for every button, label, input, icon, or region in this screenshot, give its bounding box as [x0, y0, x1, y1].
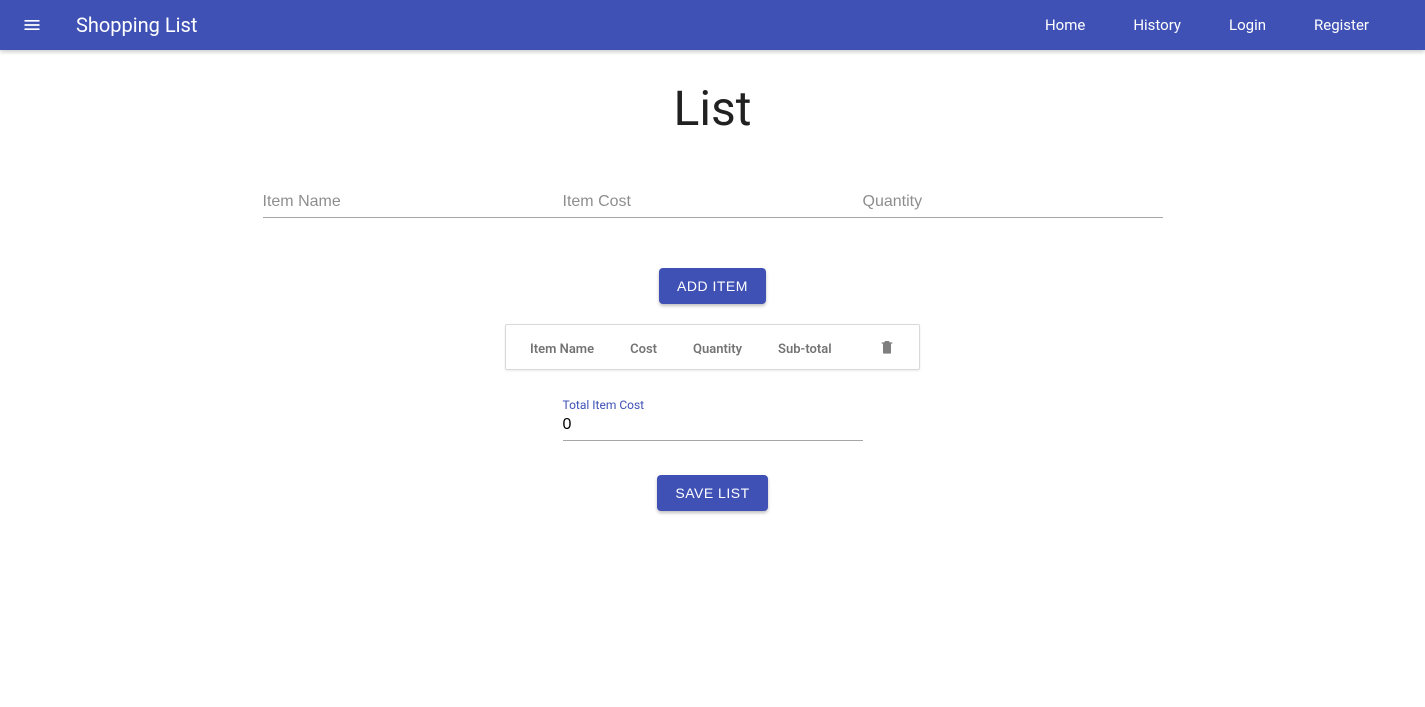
table-header-row: Item Name Cost Quantity Sub-total [530, 339, 895, 359]
hamburger-icon [22, 15, 42, 35]
delete-column-header[interactable] [879, 339, 895, 359]
page-content: List ADD ITEM Item Name Cost Quantity Su… [0, 50, 1425, 511]
col-cost: Cost [630, 342, 657, 357]
total-block: Total Item Cost [563, 398, 863, 441]
nav-home[interactable]: Home [1045, 16, 1085, 34]
inputs-row [263, 187, 1163, 218]
col-subtotal: Sub-total [778, 342, 832, 357]
items-table: Item Name Cost Quantity Sub-total [505, 324, 920, 370]
nav-links: Home History Login Register [1045, 16, 1369, 34]
app-title: Shopping List [76, 13, 197, 37]
app-bar: Shopping List Home History Login Registe… [0, 0, 1425, 50]
trash-icon [879, 339, 895, 355]
total-value-input[interactable] [563, 412, 863, 441]
item-name-input[interactable] [263, 187, 563, 218]
col-quantity: Quantity [693, 342, 742, 357]
nav-history[interactable]: History [1133, 16, 1181, 34]
add-item-button[interactable]: ADD ITEM [659, 268, 766, 304]
total-label: Total Item Cost [563, 398, 863, 412]
nav-login[interactable]: Login [1229, 16, 1266, 34]
save-list-button[interactable]: SAVE LIST [657, 475, 767, 511]
menu-button[interactable] [20, 13, 44, 37]
item-quantity-input[interactable] [863, 187, 1163, 218]
nav-register[interactable]: Register [1314, 16, 1369, 34]
page-title: List [674, 80, 752, 137]
item-cost-input[interactable] [563, 187, 863, 218]
col-item-name: Item Name [530, 342, 594, 357]
